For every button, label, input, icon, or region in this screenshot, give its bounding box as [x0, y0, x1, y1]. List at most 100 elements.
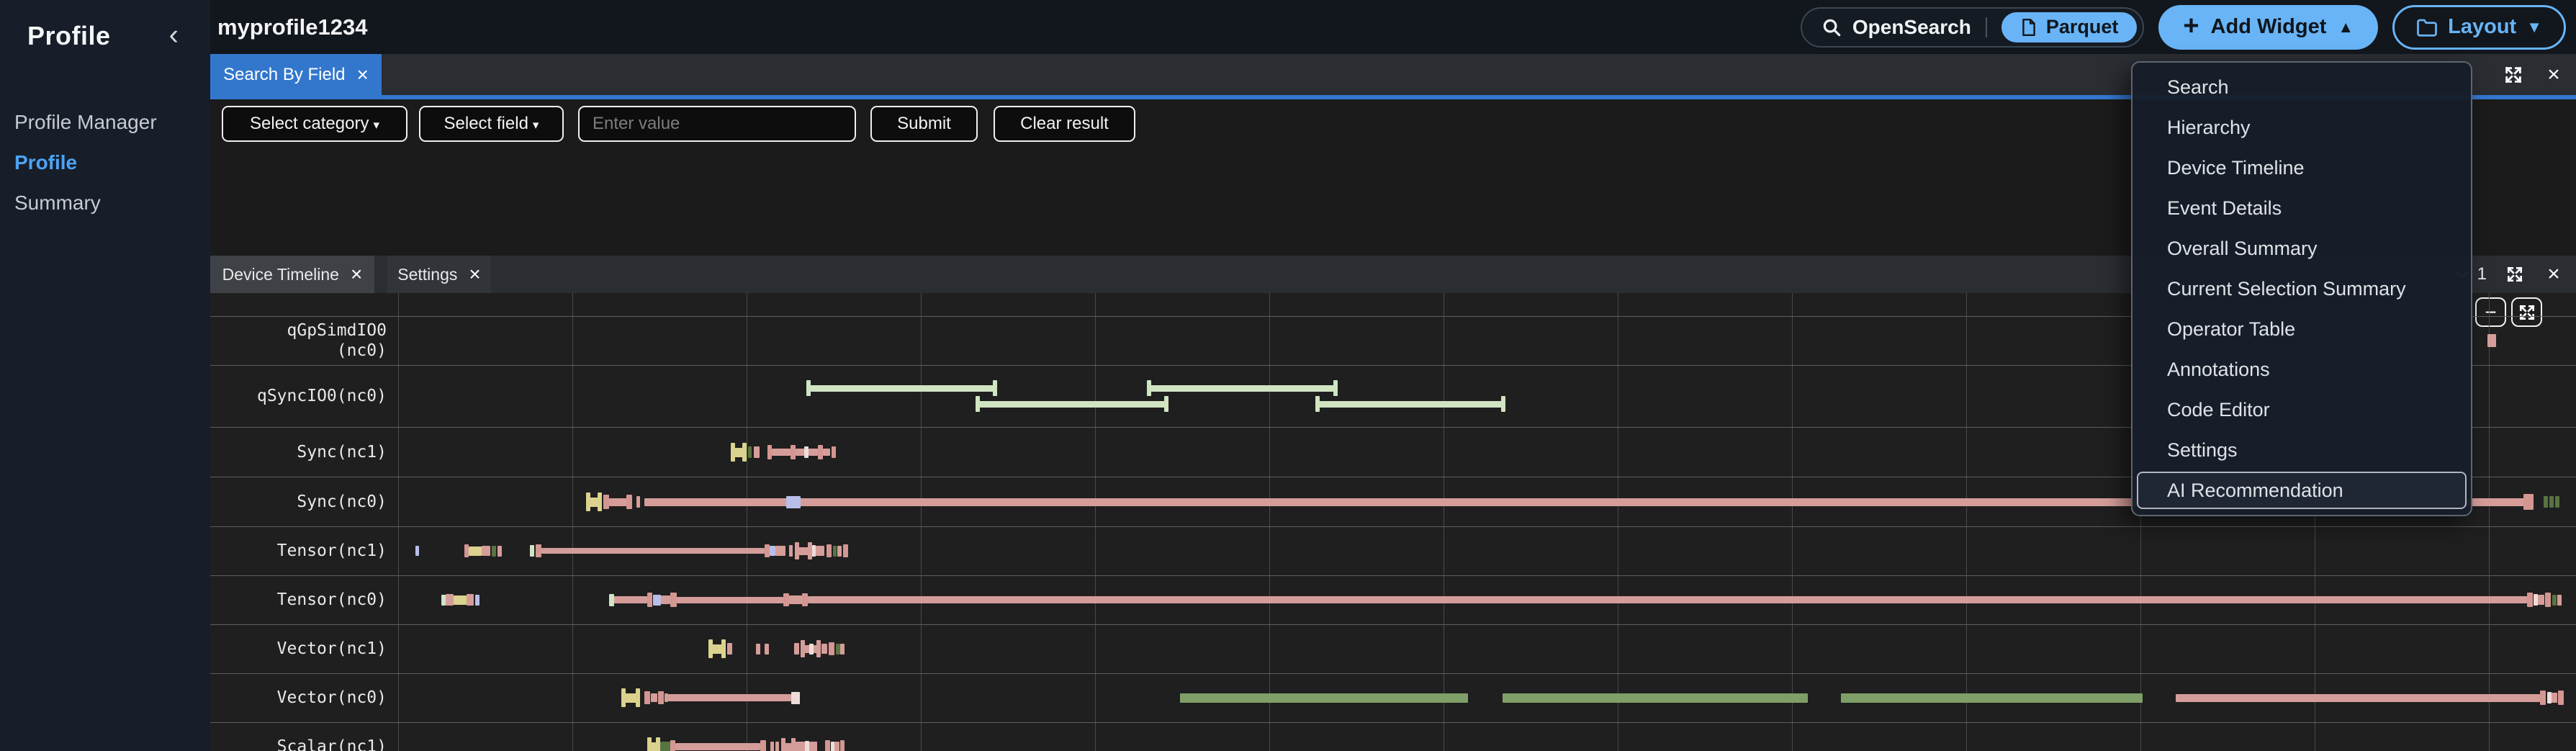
- timeline-event[interactable]: [823, 449, 830, 456]
- timeline-event[interactable]: [2555, 496, 2559, 508]
- timeline-event[interactable]: [677, 597, 783, 603]
- menu-item-overall-summary[interactable]: Overall Summary: [2133, 228, 2471, 269]
- timeline-event[interactable]: [536, 544, 541, 557]
- timeline-event[interactable]: [840, 644, 845, 655]
- timeline-event[interactable]: [794, 643, 799, 655]
- timeline-event-cap[interactable]: [1147, 380, 1151, 396]
- close-icon[interactable]: ×: [2543, 64, 2564, 86]
- timeline-event[interactable]: [796, 742, 805, 751]
- submit-button[interactable]: Submit: [870, 106, 978, 142]
- value-input[interactable]: [578, 106, 856, 142]
- timeline-event-cap[interactable]: [781, 738, 785, 751]
- timeline-event[interactable]: [809, 742, 817, 751]
- timeline-event[interactable]: [818, 445, 823, 459]
- timeline-event[interactable]: [806, 385, 997, 392]
- timeline-event[interactable]: [660, 742, 670, 751]
- close-icon[interactable]: ×: [469, 264, 480, 284]
- timeline-event[interactable]: [809, 644, 814, 655]
- opensearch-pill[interactable]: OpenSearch Parquet: [1801, 7, 2144, 48]
- timeline-event[interactable]: [475, 595, 479, 606]
- menu-item-current-selection-summary[interactable]: Current Selection Summary: [2133, 269, 2471, 309]
- timeline-event[interactable]: [843, 544, 848, 557]
- timeline-event[interactable]: [467, 594, 474, 606]
- timeline-event-cap[interactable]: [647, 737, 652, 751]
- select-category-dropdown[interactable]: Select category▾: [222, 106, 407, 142]
- timeline-event[interactable]: [454, 595, 467, 605]
- close-icon[interactable]: ×: [357, 65, 369, 85]
- menu-item-event-details[interactable]: Event Details: [2133, 188, 2471, 228]
- timeline-event[interactable]: [644, 691, 650, 704]
- timeline-event-cap[interactable]: [731, 443, 735, 462]
- add-widget-button[interactable]: + Add Widget ▲: [2158, 5, 2378, 50]
- timeline-event[interactable]: [636, 496, 640, 508]
- parquet-button[interactable]: Parquet: [2001, 12, 2138, 42]
- zoom-out-button[interactable]: −: [2475, 297, 2506, 327]
- menu-item-ai-recommendation[interactable]: AI Recommendation: [2137, 472, 2467, 509]
- timeline-event[interactable]: [1503, 693, 1808, 703]
- timeline-event[interactable]: [675, 743, 760, 750]
- menu-item-operator-table[interactable]: Operator Table: [2133, 309, 2471, 349]
- timeline-event-cap[interactable]: [816, 640, 821, 657]
- sidebar-item-profile[interactable]: Profile: [0, 143, 210, 183]
- sidebar-item-summary[interactable]: Summary: [0, 183, 210, 223]
- timeline-event[interactable]: [775, 742, 779, 751]
- timeline-event[interactable]: [808, 596, 2527, 603]
- timeline-event-cap[interactable]: [742, 443, 747, 462]
- menu-item-search[interactable]: Search: [2133, 67, 2471, 107]
- timeline-event[interactable]: [661, 595, 670, 604]
- timeline-event[interactable]: [796, 449, 804, 456]
- timeline-event[interactable]: [770, 546, 775, 556]
- timeline-event-cap[interactable]: [598, 493, 602, 511]
- menu-item-settings[interactable]: Settings: [2133, 430, 2471, 470]
- timeline-event[interactable]: [760, 740, 766, 751]
- tab-search-by-field[interactable]: Search By Field ×: [210, 54, 382, 95]
- menu-item-hierarchy[interactable]: Hierarchy: [2133, 107, 2471, 148]
- timeline-event[interactable]: [789, 545, 793, 557]
- close-icon[interactable]: ×: [2543, 264, 2564, 285]
- timeline-event[interactable]: [840, 740, 845, 751]
- timeline-event-cap[interactable]: [1164, 396, 1168, 412]
- timeline-event[interactable]: [2558, 691, 2564, 705]
- timeline-event[interactable]: [786, 496, 801, 508]
- timeline-event[interactable]: [825, 740, 830, 751]
- timeline-event[interactable]: [816, 546, 824, 556]
- timeline-event[interactable]: [446, 594, 454, 606]
- timeline-event[interactable]: [834, 742, 839, 751]
- timeline-event[interactable]: [829, 642, 834, 655]
- timeline-event[interactable]: [765, 544, 770, 557]
- timeline-event[interactable]: [1315, 401, 1505, 408]
- timeline-event-cap[interactable]: [993, 380, 997, 396]
- timeline-event[interactable]: [754, 446, 760, 458]
- timeline-event[interactable]: [775, 546, 785, 556]
- timeline-event[interactable]: [541, 548, 765, 554]
- timeline-event[interactable]: [626, 495, 632, 509]
- timeline-event[interactable]: [614, 596, 647, 603]
- timeline-event[interactable]: [832, 446, 836, 458]
- timeline-event-cap[interactable]: [976, 396, 980, 412]
- timeline-event[interactable]: [1180, 693, 1468, 703]
- tab-settings[interactable]: Settings ×: [387, 256, 491, 293]
- timeline-event[interactable]: [658, 691, 664, 704]
- timeline-event[interactable]: [765, 644, 769, 655]
- timeline-event[interactable]: [833, 546, 837, 557]
- timeline-event-cap[interactable]: [806, 380, 811, 396]
- timeline-event[interactable]: [2544, 496, 2548, 508]
- sidebar-item-profile-manager[interactable]: Profile Manager: [0, 102, 210, 143]
- timeline-event-cap[interactable]: [1501, 396, 1505, 412]
- timeline-event[interactable]: [609, 594, 614, 606]
- timeline-event-cap[interactable]: [795, 542, 799, 559]
- timeline-event[interactable]: [603, 495, 609, 509]
- timeline-event[interactable]: [651, 693, 657, 702]
- timeline-event[interactable]: [2176, 694, 2540, 702]
- timeline-event[interactable]: [2538, 595, 2544, 605]
- sidebar-collapse-icon[interactable]: ‹: [169, 20, 179, 49]
- timeline-event[interactable]: [727, 643, 732, 655]
- expand-icon[interactable]: [2504, 264, 2526, 285]
- timeline-event-cap[interactable]: [1315, 396, 1320, 412]
- layout-button[interactable]: Layout ▼: [2392, 5, 2566, 50]
- timeline-event[interactable]: [2552, 595, 2557, 606]
- timeline-event[interactable]: [748, 446, 752, 458]
- menu-item-code-editor[interactable]: Code Editor: [2133, 390, 2471, 430]
- expand-icon[interactable]: [2503, 64, 2524, 86]
- select-field-dropdown[interactable]: Select field▾: [419, 106, 564, 142]
